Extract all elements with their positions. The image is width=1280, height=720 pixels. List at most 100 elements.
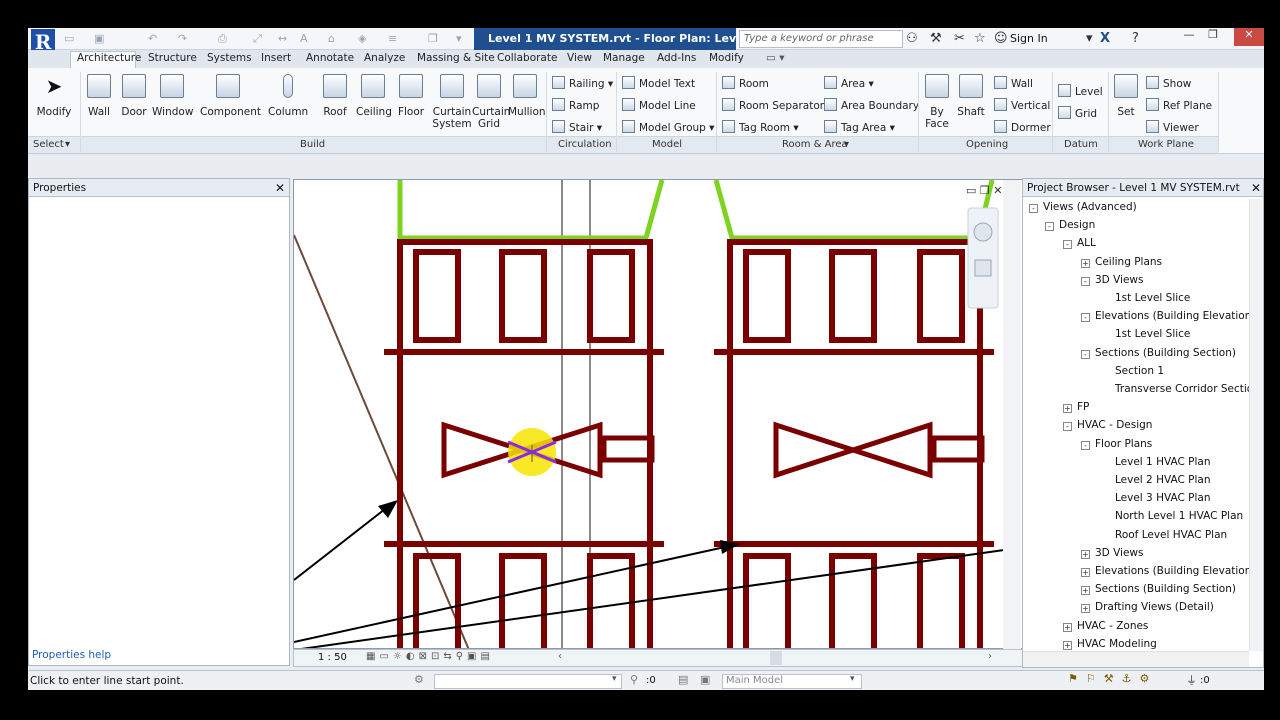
browser-tree-item[interactable]: Transverse Corridor Section xyxy=(1115,383,1260,395)
maximize-icon[interactable]: ❐ xyxy=(1202,28,1224,46)
tree-expander-icon[interactable]: - xyxy=(1081,313,1090,323)
horizontal-scroll-thumb[interactable] xyxy=(770,651,782,665)
exclude-options-icon[interactable]: ▣ xyxy=(700,673,710,686)
print-icon[interactable]: ⎙ xyxy=(218,32,227,46)
browser-tree-item[interactable]: 1st Level Slice xyxy=(1115,292,1190,304)
favorites-icon[interactable]: ☆ xyxy=(974,31,986,46)
modify-button[interactable]: ➤ Modify xyxy=(36,74,72,118)
grid-button[interactable]: Grid xyxy=(1058,106,1097,120)
browser-tree-item[interactable]: 3D Views xyxy=(1095,274,1144,286)
tab-modify[interactable]: Modify xyxy=(709,52,744,64)
help-icon[interactable]: ? xyxy=(1132,31,1139,46)
tab-analyze[interactable]: Analyze xyxy=(364,52,405,64)
column-button[interactable]: Column xyxy=(268,74,308,118)
set-work-plane-button[interactable]: Set xyxy=(1112,74,1140,118)
text-icon[interactable]: A xyxy=(300,32,308,45)
thin-lines-icon[interactable]: ≡ xyxy=(388,32,397,45)
tab-manage[interactable]: Manage xyxy=(603,52,645,64)
select-dropdown-icon[interactable]: ▾ xyxy=(65,139,70,150)
component-button[interactable]: Component xyxy=(200,74,261,118)
sign-in-button[interactable]: Sign In xyxy=(1010,32,1048,45)
scroll-right-icon[interactable]: › xyxy=(988,651,992,662)
ref-plane-button[interactable]: Ref Plane xyxy=(1146,98,1212,112)
drawing-area[interactable]: ▭ ❐ ✕ xyxy=(293,179,1023,649)
tab-systems[interactable]: Systems xyxy=(207,52,252,64)
roof-button[interactable]: Roof xyxy=(320,74,350,118)
ceiling-button[interactable]: Ceiling xyxy=(356,74,392,118)
tag-area-button[interactable]: Tag Area ▾ xyxy=(824,120,895,134)
stair-button[interactable]: Stair ▾ xyxy=(552,120,602,134)
subscription-icon[interactable]: ⚒ xyxy=(930,31,942,46)
tree-expander-icon[interactable]: - xyxy=(1081,349,1090,359)
exchange-apps-icon[interactable]: X xyxy=(1100,31,1110,46)
switch-windows-icon[interactable]: ❐ xyxy=(428,32,438,45)
tab-structure[interactable]: Structure xyxy=(148,52,197,64)
floor-button[interactable]: Floor xyxy=(396,74,426,118)
view-control-icons[interactable]: ▦▭☼◐⊠⊡⇆⚲▣▤ xyxy=(366,651,494,662)
close-icon[interactable]: ✕ xyxy=(275,181,285,195)
model-group-button[interactable]: Model Group ▾ xyxy=(622,120,714,134)
ribbon-options-icon[interactable]: ▭ ▾ xyxy=(766,52,785,64)
design-options-icon[interactable]: ▤ xyxy=(678,673,688,686)
tree-expander-icon[interactable]: - xyxy=(1081,276,1090,286)
tree-expander-icon[interactable]: - xyxy=(1029,204,1038,213)
measure-icon[interactable]: ⤢ xyxy=(253,32,262,46)
browser-tree-item[interactable]: HVAC - Zones xyxy=(1077,620,1148,632)
browser-tree-item[interactable]: Ceiling Plans xyxy=(1095,256,1162,268)
browser-tree-item[interactable]: Level 3 HVAC Plan xyxy=(1115,492,1210,504)
browser-tree-item[interactable]: Elevations (Building Elevation) xyxy=(1095,565,1255,577)
tab-view[interactable]: View xyxy=(567,52,592,64)
room-area-panel-title[interactable]: Room & Area xyxy=(782,139,848,150)
undo-icon[interactable]: ↶ xyxy=(148,32,157,45)
wall-button[interactable]: Wall xyxy=(84,74,114,118)
model-line-button[interactable]: Model Line xyxy=(622,98,696,112)
browser-horizontal-scrollbar[interactable] xyxy=(1023,651,1249,667)
save-icon[interactable]: ▣ xyxy=(94,32,104,45)
customize-qat-icon[interactable]: ▾ xyxy=(456,32,462,45)
tree-expander-icon[interactable]: + xyxy=(1063,622,1072,632)
browser-tree-item[interactable]: Roof Level HVAC Plan xyxy=(1115,529,1227,541)
tab-annotate[interactable]: Annotate xyxy=(306,52,354,64)
tree-expander-icon[interactable]: + xyxy=(1081,568,1090,577)
scroll-left-icon[interactable]: ‹ xyxy=(558,651,562,662)
tab-insert[interactable]: Insert xyxy=(261,52,291,64)
browser-tree-item[interactable]: Level 2 HVAC Plan xyxy=(1115,474,1210,486)
tree-expander-icon[interactable]: - xyxy=(1081,440,1090,450)
close-icon[interactable]: ✕ xyxy=(1234,28,1264,46)
viewer-button[interactable]: Viewer xyxy=(1146,120,1199,134)
open-icon[interactable]: ▭ xyxy=(64,32,74,45)
browser-tree-item[interactable]: Drafting Views (Detail) xyxy=(1095,601,1214,613)
browser-tree-item[interactable]: North Level 1 HVAC Plan xyxy=(1115,510,1243,522)
area-button[interactable]: Area ▾ xyxy=(824,76,874,90)
search-input[interactable]: Type a keyword or phrase xyxy=(739,30,903,48)
tab-architecture[interactable]: Architecture xyxy=(77,52,141,64)
3d-view-icon[interactable]: ⌂ xyxy=(328,32,335,45)
floor-plan-drawing[interactable]: ▭ ❐ ✕ xyxy=(294,180,1023,649)
model-text-button[interactable]: Model Text xyxy=(622,76,695,90)
ramp-button[interactable]: Ramp xyxy=(552,98,599,112)
dropdown-icon[interactable]: ▾ xyxy=(1086,31,1093,46)
properties-help-link[interactable]: Properties help xyxy=(32,649,111,661)
browser-tree-item[interactable]: Design xyxy=(1059,219,1095,231)
browser-vertical-scrollbar[interactable] xyxy=(1249,199,1263,651)
browser-tree-item[interactable]: Level 1 HVAC Plan xyxy=(1115,456,1210,468)
tree-expander-icon[interactable]: + xyxy=(1063,640,1072,650)
browser-tree-item[interactable]: HVAC - Design xyxy=(1077,419,1152,431)
browser-tree-item[interactable]: 1st Level Slice xyxy=(1115,328,1190,340)
minimize-icon[interactable]: — xyxy=(1178,28,1200,46)
room-area-dropdown-icon[interactable]: ▾ xyxy=(844,139,849,150)
dimension-icon[interactable]: ↔ xyxy=(278,32,287,45)
tree-expander-icon[interactable]: + xyxy=(1081,549,1090,559)
door-button[interactable]: Door xyxy=(120,74,148,118)
tab-collaborate[interactable]: Collaborate xyxy=(497,52,557,64)
mullion-button[interactable]: Mullion xyxy=(508,74,546,118)
close-icon[interactable]: ✕ xyxy=(1251,181,1261,195)
worksets-icon[interactable]: ⚙ xyxy=(414,673,424,686)
section-icon[interactable]: ◈ xyxy=(358,32,366,45)
selection-filter-icons[interactable]: ⚑⚐⚒⚓⚙ xyxy=(1068,672,1157,685)
room-button[interactable]: Room xyxy=(722,76,769,90)
binoculars-icon[interactable]: ⚇ xyxy=(906,31,918,46)
browser-tree-item[interactable]: Sections (Building Section) xyxy=(1095,583,1236,595)
browser-tree-item[interactable]: FP xyxy=(1077,401,1089,413)
browser-tree-item[interactable]: HVAC Modeling xyxy=(1077,638,1157,650)
